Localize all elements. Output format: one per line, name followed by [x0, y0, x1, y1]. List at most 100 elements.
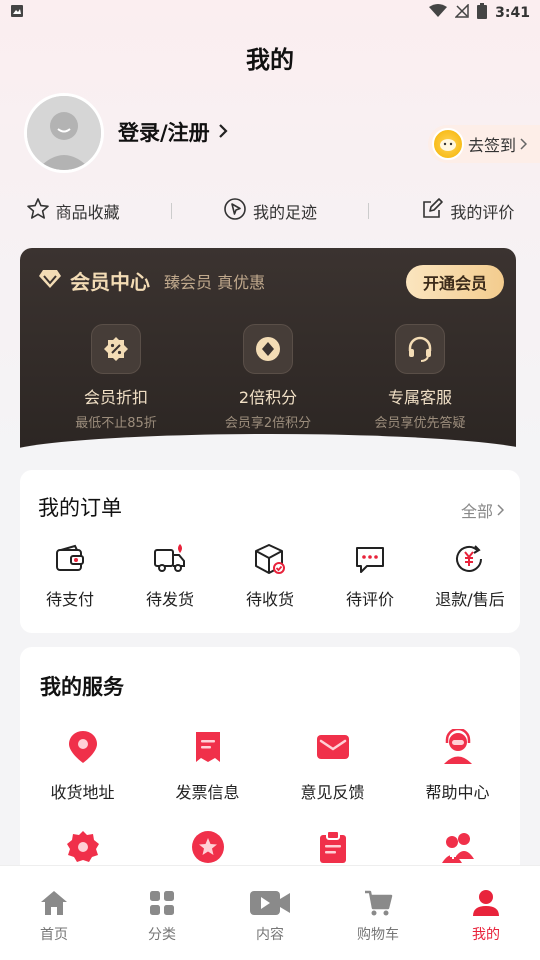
- service-label: 发票信息: [175, 783, 240, 802]
- gear-icon: [66, 831, 99, 862]
- quick-link-label: 我的评价: [450, 203, 515, 222]
- tab-cart[interactable]: 购物车: [338, 888, 418, 960]
- chevron-right-icon: [497, 501, 505, 520]
- perk-title: 2倍积分: [238, 388, 298, 407]
- order-pending-review[interactable]: 待评价: [325, 542, 415, 610]
- service-address[interactable]: 收货地址: [20, 729, 145, 803]
- perk-desc: 最低不止85折: [75, 416, 157, 431]
- invoice-icon: [195, 732, 220, 762]
- divider: [170, 203, 172, 219]
- quick-link-label: 我的足迹: [252, 203, 317, 222]
- order-label: 待支付: [45, 590, 94, 609]
- group-icon: [441, 833, 474, 863]
- star-badge-icon: [191, 831, 224, 863]
- package-icon: [255, 544, 285, 574]
- category-icon: [150, 891, 174, 915]
- perk-desc: 会员享优先答疑: [374, 416, 466, 431]
- tab-category[interactable]: 分类: [122, 888, 202, 960]
- status-bar: 3:41: [0, 0, 540, 26]
- user-icon: [473, 890, 499, 916]
- quick-links: 商品收藏 我的足迹 我的评价: [0, 196, 540, 226]
- cart-icon: [365, 890, 393, 916]
- avatar[interactable]: [24, 93, 104, 173]
- login-register-link[interactable]: 登录/注册: [118, 117, 228, 147]
- view-all-label: 全部: [460, 502, 493, 521]
- order-label: 待收货: [245, 590, 294, 609]
- vip-card: 会员中心 臻会员 真优惠 开通会员 会员折扣 最低不止85折 2倍积分 会员享2…: [20, 248, 516, 448]
- tab-home[interactable]: 首页: [14, 888, 94, 960]
- vip-perk[interactable]: 2倍积分 会员享2倍积分: [203, 324, 333, 431]
- refund-icon: [456, 545, 482, 572]
- tab-label: 我的: [472, 927, 500, 943]
- open-membership-button[interactable]: 开通会员: [406, 265, 504, 299]
- order-refund[interactable]: 退款/售后: [425, 542, 515, 610]
- service-feedback[interactable]: 意见反馈: [270, 729, 395, 803]
- quick-link-footprint[interactable]: 我的足迹: [223, 197, 317, 225]
- tab-label: 首页: [40, 927, 68, 943]
- default-avatar-icon: [27, 96, 101, 170]
- vip-perk[interactable]: 会员折扣 最低不止85折: [51, 324, 181, 431]
- signin-label: 去签到: [468, 136, 517, 155]
- signin-coin-icon: [432, 128, 464, 160]
- vip-header: 会员中心 臻会员 真优惠: [38, 266, 265, 295]
- order-status-row: 待支付 待发货 待收货 待评价 退款/售后: [20, 542, 520, 610]
- service-clipboard[interactable]: [270, 829, 395, 865]
- signin-button[interactable]: 去签到: [428, 125, 540, 163]
- no-signal-icon: [454, 3, 469, 22]
- edit-icon: [420, 197, 444, 225]
- battery-icon: [477, 3, 488, 23]
- order-label: 待评价: [345, 590, 394, 609]
- divider: [368, 203, 370, 219]
- service-help[interactable]: 帮助中心: [395, 729, 520, 803]
- star-icon: [26, 197, 50, 225]
- tab-mine[interactable]: 我的: [446, 888, 526, 960]
- login-label: 登录/注册: [118, 121, 210, 145]
- service-label: 意见反馈: [300, 783, 365, 802]
- tab-content[interactable]: 内容: [230, 888, 310, 960]
- vip-title: 会员中心: [70, 270, 150, 294]
- vip-perk[interactable]: 专属客服 会员享优先答疑: [355, 324, 485, 431]
- support-icon: [443, 729, 472, 764]
- clipboard-icon: [319, 830, 346, 863]
- services-grid: 收货地址 发票信息 意见反馈 帮助中心: [20, 729, 520, 865]
- service-group[interactable]: [395, 829, 520, 865]
- location-icon: [68, 731, 97, 763]
- service-label: 收货地址: [50, 783, 115, 802]
- quick-link-reviews[interactable]: 我的评价: [420, 197, 514, 225]
- service-settings[interactable]: [20, 829, 145, 865]
- image-notification-icon: [10, 4, 24, 22]
- perk-title: 专属客服: [387, 388, 452, 407]
- orders-view-all[interactable]: 全部: [460, 498, 505, 522]
- services-title: 我的服务: [40, 675, 124, 699]
- headset-icon: [395, 324, 445, 374]
- quick-link-label: 商品收藏: [55, 203, 120, 222]
- truck-icon: [154, 544, 185, 572]
- home-icon: [41, 891, 67, 915]
- tab-label: 内容: [256, 927, 284, 943]
- service-favorites[interactable]: [145, 829, 270, 865]
- quick-link-favorites[interactable]: 商品收藏: [26, 197, 120, 225]
- comment-icon: [356, 547, 384, 573]
- chevron-right-icon: [218, 120, 228, 144]
- video-icon: [250, 891, 290, 915]
- discount-icon: [91, 324, 141, 374]
- status-time: 3:41: [495, 5, 530, 21]
- orders-card: 我的订单 全部 待支付 待发货 待收货 待评价 退款/售后: [20, 470, 520, 633]
- order-pending-payment[interactable]: 待支付: [25, 542, 115, 610]
- order-label: 待发货: [145, 590, 194, 609]
- orders-title: 我的订单: [38, 496, 122, 520]
- service-label: 帮助中心: [425, 783, 490, 802]
- mail-icon: [316, 735, 349, 759]
- diamond-icon: [38, 269, 62, 293]
- services-card: 我的服务 收货地址 发票信息 意见反馈 帮助中心: [20, 647, 520, 887]
- service-invoice[interactable]: 发票信息: [145, 729, 270, 803]
- order-pending-shipment[interactable]: 待发货: [125, 542, 215, 610]
- tab-label: 购物车: [357, 927, 399, 943]
- page-title: 我的: [246, 46, 294, 74]
- order-label: 退款/售后: [435, 590, 505, 609]
- order-pending-receipt[interactable]: 待收货: [225, 542, 315, 610]
- points-icon: [243, 324, 293, 374]
- perk-title: 会员折扣: [83, 388, 148, 407]
- tab-label: 分类: [148, 927, 176, 943]
- vip-subtitle: 臻会员 真优惠: [164, 272, 266, 292]
